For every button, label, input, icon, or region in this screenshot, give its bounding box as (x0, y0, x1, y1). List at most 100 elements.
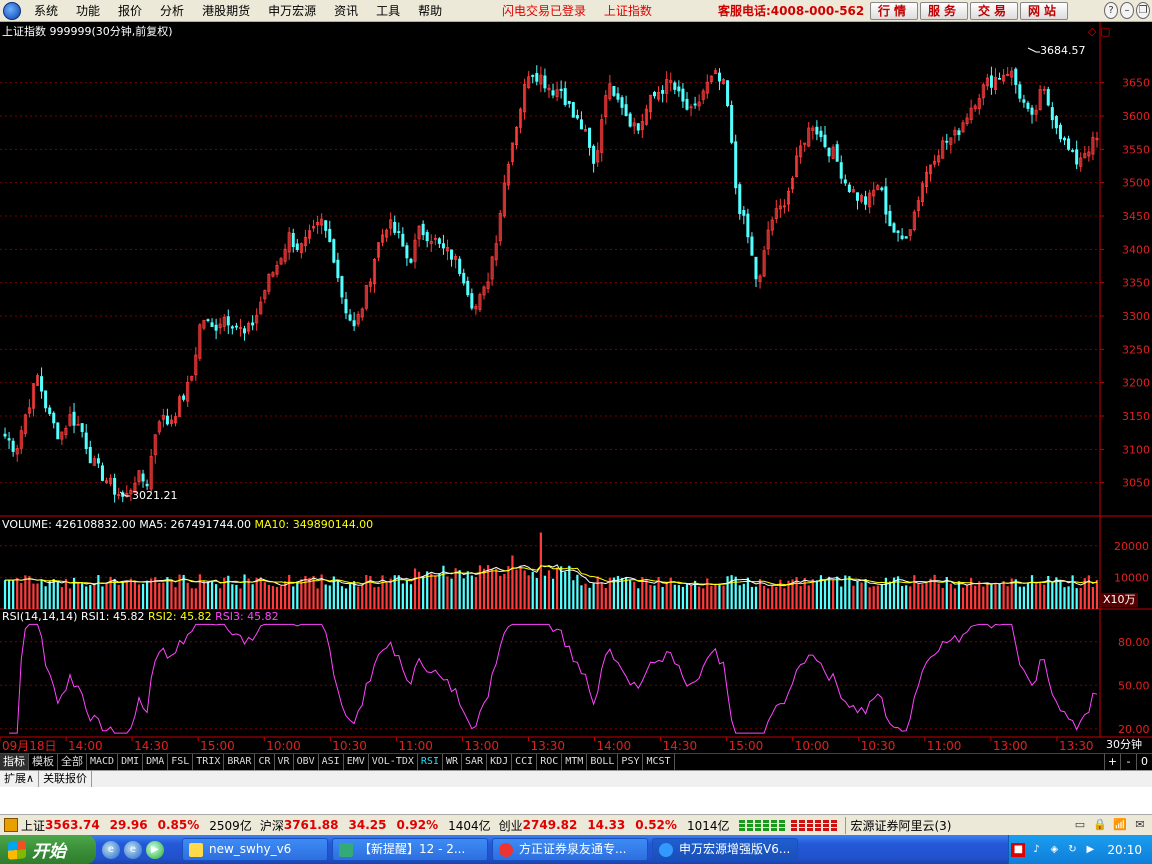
rsi3-label: RSI3: (215, 610, 244, 623)
volume-bar (495, 568, 498, 609)
breadth-cell (771, 828, 778, 831)
tab-vr[interactable]: VR (275, 754, 294, 770)
menu-swhy[interactable]: 申万宏源 (259, 0, 325, 22)
market-button[interactable]: 行情 (870, 2, 919, 20)
tab-psy[interactable]: PSY (618, 754, 644, 770)
task-swhy-enhanced[interactable]: 申万宏源增强版V6... (652, 838, 798, 861)
panel-toggle-icon[interactable]: ◇ ▢ (1088, 25, 1110, 39)
tab-trix[interactable]: TRIX (193, 754, 225, 770)
volume-icon[interactable]: ♪ (1029, 843, 1043, 857)
expand-tab[interactable]: 扩展∧ (0, 771, 40, 787)
player-icon[interactable]: ▶ (1083, 843, 1097, 857)
task-fangzheng[interactable]: 方正证券泉友通专... (492, 838, 648, 861)
website-button[interactable]: 网站 (1020, 2, 1069, 20)
period-label[interactable]: 30分钟 (1106, 738, 1142, 752)
hs-index-name[interactable]: 沪深 (260, 817, 284, 834)
media-icon[interactable]: ▶ (146, 840, 164, 859)
candle-body (113, 478, 117, 495)
sh-index-name[interactable]: 上证 (21, 817, 45, 834)
volume-bar (730, 575, 733, 609)
tab-macd[interactable]: MACD (87, 754, 119, 770)
network-icon[interactable]: ■ (1011, 842, 1026, 857)
price-tick-label: 3550 (1122, 143, 1150, 156)
volume-bar (856, 581, 859, 609)
tab-mcst[interactable]: MCST (643, 754, 675, 770)
volume-bar (214, 584, 218, 609)
current-security-link[interactable]: 上证指数 (604, 4, 652, 18)
cy-index-name[interactable]: 创业 (499, 817, 523, 834)
tab-obv[interactable]: OBV (294, 754, 319, 770)
menu-quote[interactable]: 报价 (109, 0, 151, 22)
browser-icon[interactable]: e (124, 840, 142, 859)
tab-emv[interactable]: EMV (344, 754, 369, 770)
chart-icon[interactable] (4, 818, 18, 832)
tab-dmi[interactable]: DMI (118, 754, 144, 770)
menu-tools[interactable]: 工具 (367, 0, 409, 22)
tab-brar[interactable]: BRAR (224, 754, 256, 770)
time-axis-label: 15:00 (200, 739, 235, 752)
menu-news[interactable]: 资讯 (325, 0, 367, 22)
menu-hk-futures[interactable]: 港股期货 (193, 0, 259, 22)
tab-kdj[interactable]: KDJ (487, 754, 513, 770)
breadth-cell (791, 824, 798, 827)
cy-index-price: 2749.82 (522, 818, 578, 832)
restore-icon[interactable]: ❐ (1136, 2, 1150, 19)
tab-cr[interactable]: CR (255, 754, 275, 770)
window-icon[interactable]: ▭ (1072, 817, 1088, 833)
remove-panel-button[interactable]: - (1120, 754, 1136, 770)
flash-trade-status[interactable]: 闪电交易已登录 (502, 4, 586, 18)
candle-body (1014, 68, 1018, 85)
task-reminder[interactable]: 【新提醒】12 - 2... (332, 838, 488, 861)
tab-indicator[interactable]: 指标 (0, 754, 29, 770)
volume-bar (746, 577, 749, 609)
volume-bar (840, 586, 843, 609)
related-quote-tab[interactable]: 关联报价 (39, 771, 93, 787)
tab-sar[interactable]: SAR (462, 754, 488, 770)
minimize-icon[interactable]: – (1120, 2, 1134, 19)
tab-dma[interactable]: DMA (143, 754, 169, 770)
trade-button[interactable]: 交易 (970, 2, 1019, 20)
chart-canvas[interactable]: 3650 3600 3550 3500 3450 3400 3350 3300 3250 3200… (0, 22, 1152, 752)
candle-body (571, 102, 575, 118)
candle-body (230, 326, 234, 329)
help-icon[interactable]: ? (1104, 2, 1118, 19)
chart-area[interactable]: 3650 3600 3550 3500 3450 3400 3350 3300 3250 3200… (0, 22, 1152, 752)
tab-template[interactable]: 模板 (29, 754, 58, 770)
start-button[interactable]: 开始 (0, 835, 96, 864)
tab-fsl[interactable]: FSL (168, 754, 194, 770)
menu-function[interactable]: 功能 (67, 0, 109, 22)
task-new-swhy[interactable]: new_swhy_v6 (182, 838, 328, 861)
volume-bar (1043, 584, 1046, 609)
tab-mtm[interactable]: MTM (562, 754, 588, 770)
shield-icon[interactable]: ◈ (1047, 843, 1061, 857)
tab-all[interactable]: 全部 (58, 754, 87, 770)
add-panel-button[interactable]: + (1104, 754, 1120, 770)
volume-bar (921, 584, 924, 609)
broker-server[interactable]: 宏源证券阿里云(3) (845, 816, 955, 834)
tab-asi[interactable]: ASI (319, 754, 344, 770)
menu-system[interactable]: 系统 (25, 0, 67, 22)
service-button[interactable]: 服务 (920, 2, 969, 20)
taskbar: 开始 e e ▶ new_swhy_v6 【新提醒】12 - 2... 方正证券… (0, 835, 1152, 864)
update-icon[interactable]: ↻ (1065, 843, 1079, 857)
tab-boll[interactable]: BOLL (587, 754, 619, 770)
app-logo-icon[interactable] (3, 1, 21, 20)
tab-rsi[interactable]: RSI (418, 754, 443, 770)
candle-body (328, 228, 332, 242)
task-label: 【新提醒】12 - 2... (359, 842, 466, 856)
ie-icon[interactable]: e (102, 840, 120, 859)
reset-panel-button[interactable]: 0 (1136, 754, 1152, 770)
tab-roc[interactable]: ROC (537, 754, 563, 770)
volume-bar (162, 582, 165, 609)
tab-vol-tdx[interactable]: VOL-TDX (369, 754, 418, 770)
menu-help[interactable]: 帮助 (409, 0, 451, 22)
candle-body (40, 376, 44, 392)
tab-wr[interactable]: WR (443, 754, 463, 770)
message-icon[interactable]: ✉ (1132, 817, 1148, 833)
tab-cci[interactable]: CCI (512, 754, 538, 770)
volume-bar (1067, 586, 1070, 609)
lock-icon[interactable]: 🔒 (1092, 817, 1108, 833)
signal-icon[interactable]: 📶 (1112, 817, 1128, 833)
menu-analysis[interactable]: 分析 (151, 0, 193, 22)
volume-bar (949, 583, 952, 609)
